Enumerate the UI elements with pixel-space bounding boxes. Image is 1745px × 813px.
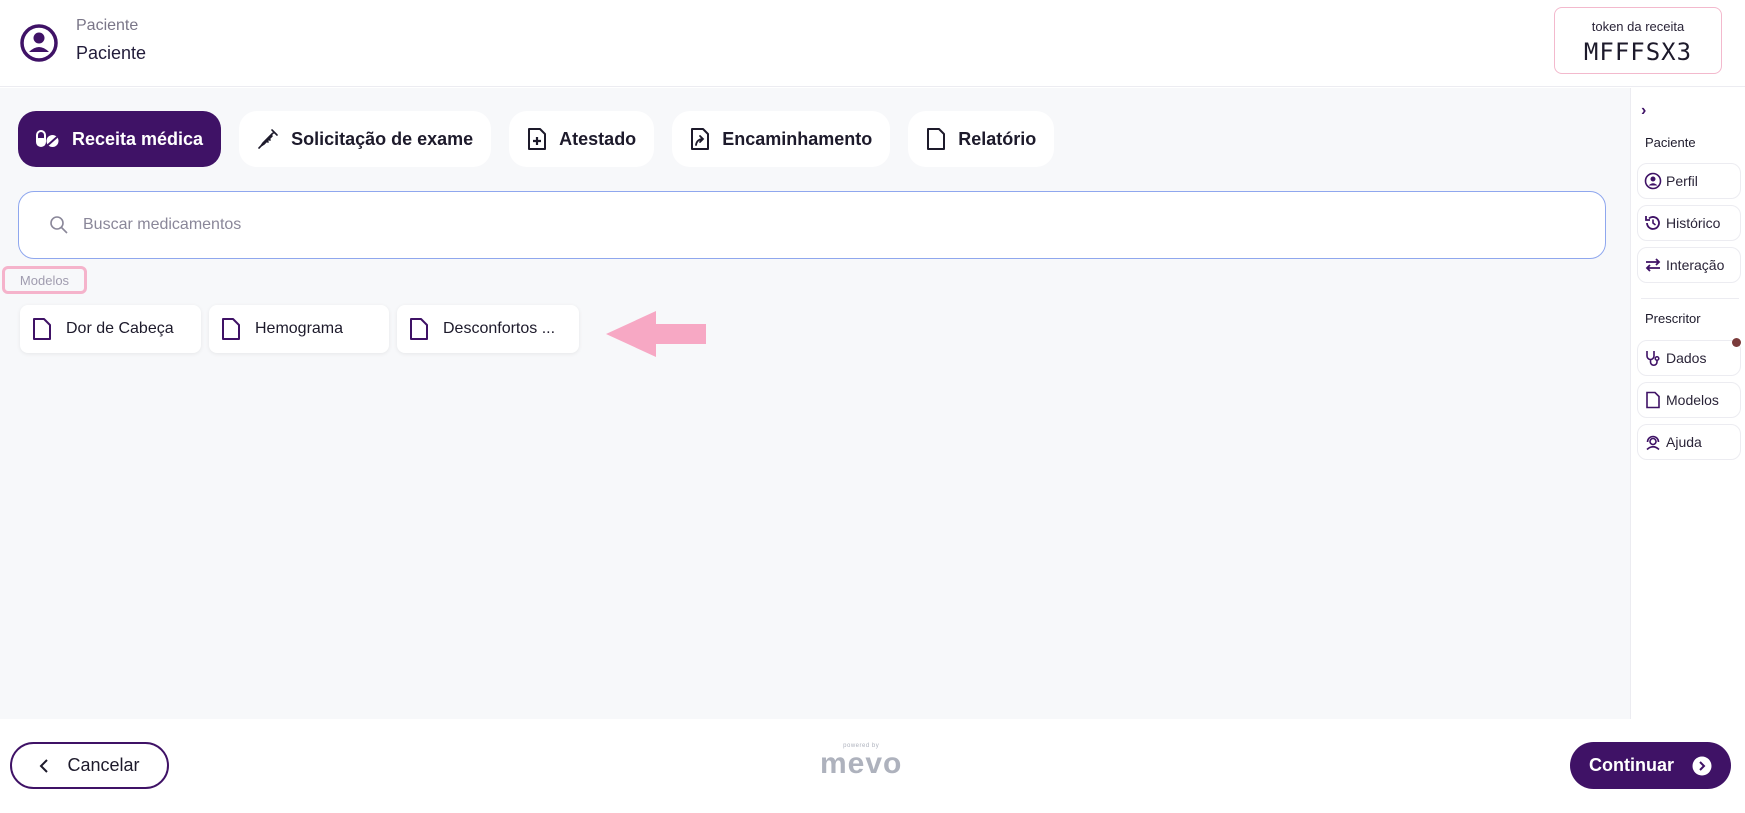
models-section-label: Modelos xyxy=(2,266,87,294)
swap-arrows-icon xyxy=(1645,258,1661,272)
sidebar-item-perfil[interactable]: Perfil xyxy=(1637,163,1741,199)
model-card-hemograma[interactable]: Hemograma xyxy=(209,305,389,353)
sidebar-section-prescritor: Prescritor xyxy=(1645,311,1701,326)
model-label: Desconfortos ... xyxy=(443,320,556,337)
pills-icon xyxy=(36,130,59,147)
token-label: token da receita xyxy=(1591,19,1685,34)
sidebar-section-paciente: Paciente xyxy=(1645,135,1696,150)
user-circle-icon xyxy=(1644,172,1662,190)
medical-document-icon xyxy=(528,128,547,150)
tab-label: Receita médica xyxy=(72,128,204,149)
tab-label: Atestado xyxy=(559,128,637,149)
search-bar xyxy=(18,191,1606,259)
tab-atestado[interactable]: Atestado xyxy=(509,111,655,167)
chevron-left-icon xyxy=(40,758,49,773)
sidebar-item-label: Interação xyxy=(1666,257,1725,273)
continue-label: Continuar xyxy=(1589,755,1674,775)
cancel-button[interactable]: Cancelar xyxy=(10,742,169,789)
sidebar-item-ajuda[interactable]: Ajuda xyxy=(1637,424,1741,460)
main-content: Receita médica Solicitação de exame Ates… xyxy=(0,88,1630,719)
model-card-desconfortos[interactable]: Desconfortos ... xyxy=(397,305,579,353)
sidebar-divider xyxy=(1641,298,1739,299)
tab-solicitacao-de-exame[interactable]: Solicitação de exame xyxy=(239,111,492,167)
sidebar-item-label: Dados xyxy=(1666,350,1707,366)
stethoscope-icon xyxy=(1646,351,1660,366)
brand-logo: powered by mevo xyxy=(820,743,902,779)
document-tabs: Receita médica Solicitação de exame Ates… xyxy=(18,111,1055,167)
user-avatar-icon xyxy=(20,24,58,62)
notification-dot xyxy=(1732,338,1741,347)
sidebar-item-interacao[interactable]: Interação xyxy=(1637,247,1741,283)
search-icon xyxy=(50,216,68,234)
document-icon xyxy=(222,318,240,340)
model-card-dor-de-cabeca[interactable]: Dor de Cabeça xyxy=(20,305,201,353)
footer: Cancelar powered by mevo Continuar xyxy=(0,719,1745,813)
tab-label: Encaminhamento xyxy=(722,128,873,149)
patient-name: Paciente xyxy=(76,43,147,63)
model-label: Hemograma xyxy=(255,320,344,337)
sidebar-item-label: Perfil xyxy=(1666,173,1698,189)
document-icon xyxy=(1646,391,1660,409)
pointer-arrow-icon xyxy=(606,311,706,357)
sidebar-item-label: Modelos xyxy=(1666,392,1719,408)
patient-label: Paciente xyxy=(76,17,139,34)
continue-button[interactable]: Continuar xyxy=(1570,742,1731,789)
tab-receita-medica[interactable]: Receita médica xyxy=(18,111,222,167)
cancel-label: Cancelar xyxy=(67,755,140,775)
tab-label: Solicitação de exame xyxy=(291,128,474,149)
sidebar-item-modelos[interactable]: Modelos xyxy=(1637,382,1741,418)
sidebar-item-dados[interactable]: Dados xyxy=(1637,340,1741,376)
model-list: Dor de Cabeça Hemograma Desconfortos ... xyxy=(20,305,579,353)
sidebar-item-historico[interactable]: Histórico xyxy=(1637,205,1741,241)
history-icon xyxy=(1645,216,1660,230)
referral-document-icon xyxy=(691,128,710,150)
brand-name: mevo xyxy=(820,747,903,780)
document-icon xyxy=(33,318,51,340)
support-agent-icon xyxy=(1646,435,1660,451)
model-label: Dor de Cabeça xyxy=(66,320,174,337)
search-input[interactable] xyxy=(83,216,1483,234)
document-icon xyxy=(927,128,946,150)
sidebar-item-label: Ajuda xyxy=(1666,434,1702,450)
tab-relatorio[interactable]: Relatório xyxy=(908,111,1055,167)
sidebar-item-label: Histórico xyxy=(1666,215,1721,231)
document-icon xyxy=(410,318,428,340)
syringe-icon xyxy=(258,129,278,149)
chevron-right-circle-icon xyxy=(1692,756,1712,775)
chevron-right-icon[interactable]: › xyxy=(1641,102,1646,120)
tab-encaminhamento[interactable]: Encaminhamento xyxy=(672,111,891,167)
token-value: MFFFSX3 xyxy=(1583,38,1693,66)
header: Paciente Paciente token da receita MFFFS… xyxy=(0,0,1745,87)
right-sidebar: › Paciente Perfil Histórico Interação Pr… xyxy=(1630,88,1745,719)
prescription-token-box: token da receita MFFFSX3 xyxy=(1554,7,1722,74)
tab-label: Relatório xyxy=(958,128,1037,149)
